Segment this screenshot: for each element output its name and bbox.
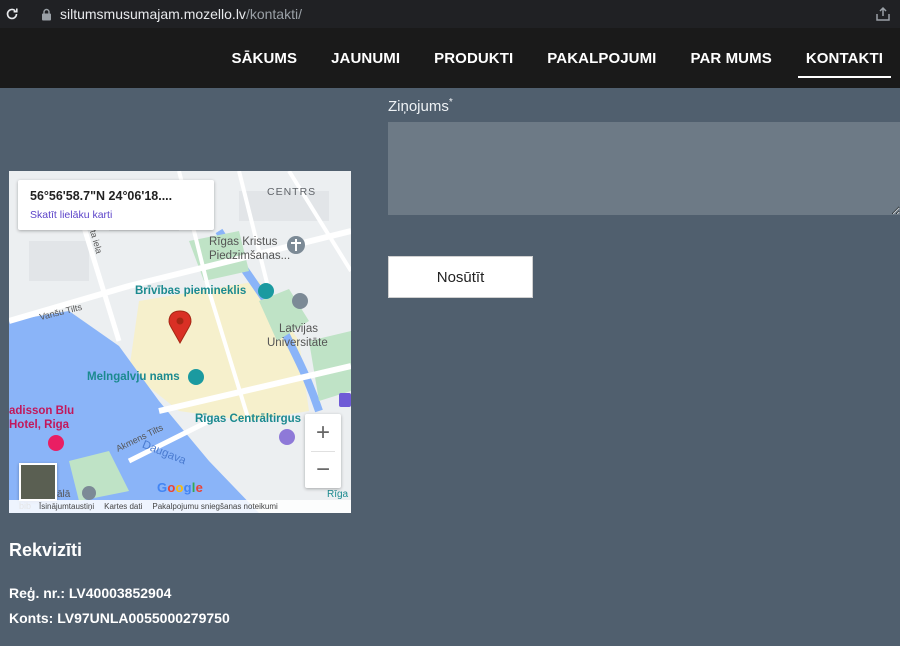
map-zoom-control: + −	[305, 414, 341, 488]
map-label-university: Latvijas	[279, 323, 318, 335]
attribution-shortcuts[interactable]: Īsinājumtaustiņi	[39, 502, 94, 511]
map-label-centrs: CENTRS	[267, 186, 317, 198]
zoom-in-button[interactable]: +	[305, 414, 341, 451]
google-map[interactable]: CENTRS Rīgas Kristus Piedzimšanas... Brī…	[9, 171, 351, 513]
url-path: /kontakti/	[245, 6, 302, 22]
submit-button[interactable]: Nosūtīt	[388, 256, 533, 298]
map-info-card: 56°56'58.7"N 24°06'18.... Skatīt lielāku…	[18, 180, 214, 230]
registration-number: Reģ. nr.: LV40003852904	[9, 585, 172, 601]
attribution-map-data[interactable]: Kartes dati	[104, 502, 142, 511]
message-label: Ziņojums*	[388, 97, 453, 115]
message-label-text: Ziņojums	[388, 98, 449, 115]
google-logo: Google	[157, 480, 204, 495]
browser-address-bar: siltumsmusumajam.mozello.lv/kontakti/	[0, 0, 900, 28]
rekviziti-heading: Rekvizīti	[9, 540, 83, 560]
bank-account: Konts: LV97UNLA0055000279750	[9, 610, 230, 626]
nav-item-produkti[interactable]: PRODUKTI	[417, 28, 530, 88]
map-label-radisson-2: Hotel, Riga	[9, 419, 70, 431]
url-text[interactable]: siltumsmusumajam.mozello.lv/kontakti/	[60, 6, 302, 22]
message-textarea[interactable]	[388, 122, 900, 215]
map-label-zala: ālā	[57, 489, 71, 500]
share-icon[interactable]	[874, 5, 892, 23]
attribution-terms[interactable]: Pakalpojumu sniegšanas noteikumi	[152, 502, 277, 511]
nav-item-kontakti[interactable]: KONTAKTI	[789, 28, 900, 88]
zoom-separator	[311, 451, 335, 452]
satellite-toggle-button[interactable]	[19, 463, 57, 501]
map-label-church: Rīgas Kristus	[209, 236, 278, 248]
map-label-radisson: adisson Blu	[9, 405, 75, 417]
required-mark: *	[448, 97, 453, 108]
main-navigation: SĀKUMS JAUNUMI PRODUKTI PAKALPOJUMI PAR …	[0, 28, 900, 88]
map-attribution-bar: Īsinājumtaustiņi Kartes dati Pakalpojumu…	[9, 500, 351, 513]
lock-icon[interactable]	[38, 6, 54, 22]
nav-item-sakums[interactable]: SĀKUMS	[214, 28, 314, 88]
url-host: siltumsmusumajam.mozello.lv	[60, 6, 246, 22]
zoom-out-button[interactable]: −	[305, 451, 341, 488]
map-coordinates: 56°56'58.7"N 24°06'18....	[30, 189, 173, 203]
nav-item-pakalpojumi[interactable]: PAKALPOJUMI	[530, 28, 673, 88]
nav-item-par-mums[interactable]: PAR MUMS	[673, 28, 788, 88]
map-label-market: Rīgas Centrāltirgus	[195, 413, 302, 425]
map-label-monument: Brīvības piemineklis	[135, 285, 247, 297]
map-label-church-2: Piedzimšanas...	[209, 250, 291, 262]
view-larger-map-link[interactable]: Skatīt lielāku karti	[30, 209, 214, 221]
reload-icon[interactable]	[2, 4, 22, 24]
map-label-university-2: Universitāte	[267, 337, 328, 349]
map-label-melngalvju: Melngalvju nams	[87, 371, 180, 383]
map-label-riga: Rīga	[327, 489, 349, 500]
nav-item-jaunumi[interactable]: JAUNUMI	[314, 28, 417, 88]
